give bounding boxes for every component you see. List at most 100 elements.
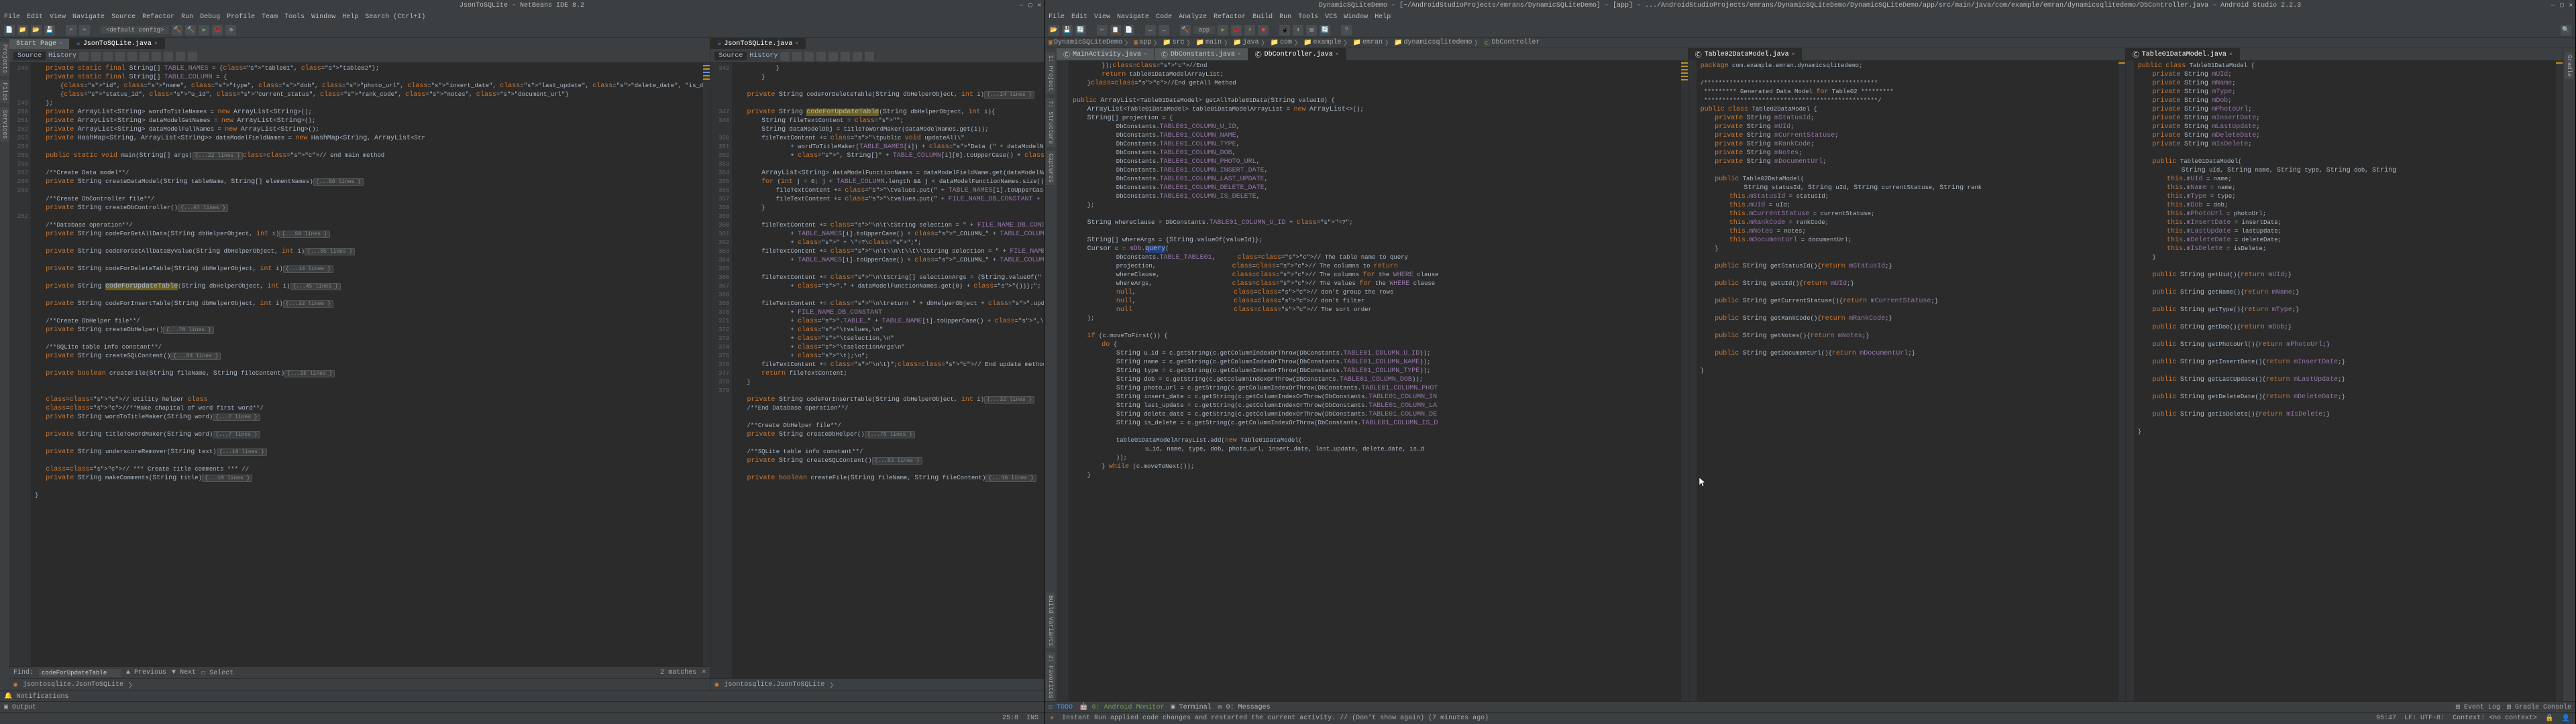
new-file-icon[interactable]: 📄	[4, 25, 15, 36]
run-config[interactable]: <default config>	[101, 26, 169, 34]
nav-icon[interactable]	[152, 52, 161, 61]
close-icon[interactable]: ×	[2229, 52, 2233, 58]
event-log-tab[interactable]: ▤ Event Log	[2456, 703, 2500, 711]
save-all-icon[interactable]: 💾	[44, 25, 55, 36]
build-variants-tab[interactable]: Build Variants	[1046, 593, 1055, 649]
project-tab[interactable]: 1: Project	[1046, 52, 1055, 94]
close-icon[interactable]: ×	[154, 41, 158, 47]
code-editor[interactable]: 245 249 250 251 252 253 254 255 256 257 …	[9, 63, 710, 666]
menu-file[interactable]: File	[4, 13, 20, 21]
tab-mainactivity[interactable]: ⒸMainActivity.java×	[1057, 48, 1155, 61]
gradle-console-tab[interactable]: ▤ Gradle Console	[2507, 703, 2571, 711]
close-icon[interactable]: ×	[1144, 52, 1147, 58]
messages-tab[interactable]: ✉ 0: Messages	[1218, 703, 1271, 711]
tab-startpage[interactable]: Start Page×	[9, 39, 70, 49]
menu-team[interactable]: Team	[262, 13, 278, 21]
code-editor[interactable]: package com.example.emran.dynamicsqlited…	[1688, 60, 2125, 701]
nav-icon[interactable]	[164, 52, 173, 61]
menu-navigate[interactable]: Navigate	[72, 13, 105, 21]
menu-tools[interactable]: Tools	[1298, 13, 1318, 21]
crumb-class[interactable]: ⒸDbController	[1484, 38, 1540, 48]
debug-icon[interactable]: 🐞	[1231, 25, 1242, 36]
close-icon[interactable]: ×	[1792, 52, 1795, 58]
tab-dbcontroller[interactable]: ⒸDbController.java×	[1248, 48, 1346, 61]
menu-help[interactable]: Help	[1375, 13, 1391, 21]
hector-icon[interactable]: 👤	[2562, 715, 2570, 723]
menu-debug[interactable]: Debug	[200, 13, 220, 21]
menu-edit[interactable]: Edit	[27, 13, 43, 21]
stop-icon[interactable]: ■	[1258, 25, 1269, 36]
source-tab[interactable]: Source	[13, 52, 46, 60]
select-button[interactable]: ☐ Select	[201, 669, 233, 677]
nav-icon[interactable]	[828, 52, 838, 61]
menu-window[interactable]: Window	[311, 13, 335, 21]
back-icon[interactable]: ←	[1145, 25, 1156, 36]
close-icon[interactable]: ✕	[1038, 2, 1041, 9]
menu-navigate[interactable]: Navigate	[1117, 13, 1149, 21]
prev-button[interactable]: ▲ Previous	[126, 669, 166, 676]
code-area[interactable]: } } private String codeForDeleteTable(St…	[732, 63, 1044, 678]
breadcrumb-text[interactable]: jsontosqlite.JsonToSQLite	[724, 681, 824, 688]
cut-icon[interactable]: ✂	[1097, 25, 1108, 36]
back-icon[interactable]	[79, 52, 89, 61]
menu-build[interactable]: Build	[1252, 13, 1273, 21]
menu-view[interactable]: View	[50, 13, 66, 21]
code-area[interactable]: public class Table01DataModel { private …	[2134, 60, 2556, 701]
nav-icon[interactable]	[188, 52, 197, 61]
captures-tab[interactable]: Captures	[1046, 151, 1055, 185]
todo-tab[interactable]: ☑ TODO	[1049, 703, 1073, 711]
build-icon[interactable]: 🔨	[172, 25, 182, 36]
menu-edit[interactable]: Edit	[1071, 13, 1087, 21]
crumb-app[interactable]: ▣app	[1134, 39, 1151, 47]
close-icon[interactable]: ×	[59, 41, 62, 47]
gradle-sync-icon[interactable]: 🔄	[1320, 25, 1330, 36]
open-icon[interactable]: 📂	[31, 25, 42, 36]
find-input[interactable]	[39, 669, 121, 677]
paste-icon[interactable]: 📄	[1124, 25, 1134, 36]
menu-code[interactable]: Code	[1156, 13, 1172, 21]
tab-table02[interactable]: ⒸTable02DataModel.java×	[1688, 48, 1803, 61]
nav-icon[interactable]	[780, 52, 790, 61]
code-editor[interactable]: 342 347 348 350 351 352 353 354 355 356 …	[710, 63, 1044, 678]
gradle-tab[interactable]: Gradle	[2565, 52, 2574, 79]
close-icon[interactable]: ×	[1238, 52, 1241, 58]
history-tab[interactable]: History	[749, 52, 777, 60]
tab-table01[interactable]: ⒸTable01DataModel.java×	[2126, 48, 2240, 61]
services-tab[interactable]: Services	[0, 107, 9, 141]
crumb-java[interactable]: 📁java	[1233, 39, 1258, 47]
minimize-icon[interactable]: —	[2551, 2, 2555, 9]
menu-run[interactable]: Run	[1279, 13, 1291, 21]
maximize-icon[interactable]: ▢	[2560, 2, 2563, 9]
nav-icon[interactable]	[127, 52, 137, 61]
sync-icon[interactable]: 🔄	[1075, 25, 1086, 36]
redo-icon[interactable]: ↷	[79, 25, 90, 36]
menu-view[interactable]: View	[1094, 13, 1110, 21]
menu-analyze[interactable]: Analyze	[1179, 13, 1207, 21]
android-monitor-tab[interactable]: 🤖 6: Android Monitor	[1079, 703, 1164, 711]
close-icon[interactable]: ×	[702, 669, 706, 676]
run-config[interactable]: app	[1193, 26, 1215, 34]
crumb-src[interactable]: 📁src	[1163, 39, 1184, 47]
save-icon[interactable]: 💾	[1062, 25, 1073, 36]
close-icon[interactable]: ×	[1336, 52, 1339, 58]
code-editor[interactable]: });class=class="s">"c">//End return tabl…	[1057, 60, 1688, 701]
code-area[interactable]: package com.example.emran.dynamicsqlited…	[1697, 60, 2118, 701]
close-icon[interactable]: ✕	[2569, 2, 2573, 9]
structure-icon[interactable]: ▤	[1306, 25, 1317, 36]
next-button[interactable]: ▼ Next	[172, 669, 196, 676]
files-tab[interactable]: Files	[0, 80, 9, 103]
nav-icon[interactable]	[865, 52, 874, 61]
menu-source[interactable]: Source	[111, 13, 136, 21]
nav-icon[interactable]	[792, 52, 802, 61]
fwd-icon[interactable]	[91, 52, 101, 61]
breadcrumb-text[interactable]: jsontosqlite.JsonToSQLite	[23, 681, 123, 688]
menu-help[interactable]: Help	[342, 13, 358, 21]
code-area[interactable]: private static final String[] TABLE_NAME…	[31, 63, 703, 666]
menu-profile[interactable]: Profile	[227, 13, 255, 21]
minimize-icon[interactable]: —	[1020, 2, 1023, 9]
maximize-icon[interactable]: ▢	[1028, 2, 1032, 9]
profile-icon[interactable]: ⊕	[225, 25, 236, 36]
search-icon[interactable]: 🔍	[2561, 25, 2571, 36]
undo-icon[interactable]: ↶	[66, 25, 76, 36]
copy-icon[interactable]: 📋	[1110, 25, 1121, 36]
